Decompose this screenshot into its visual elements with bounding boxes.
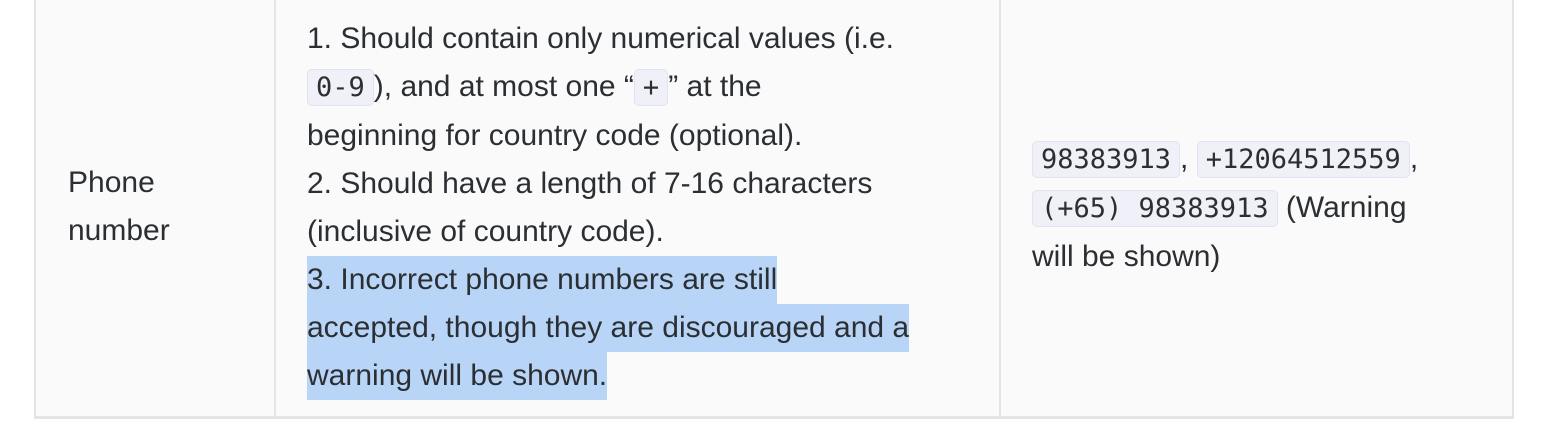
selected-rule-line[interactable]: 3. Incorrect phone numbers are still (307, 256, 977, 304)
selected-text[interactable]: warning will be shown. (307, 352, 608, 400)
rules-text: 1. Should contain only numerical values … (307, 15, 977, 400)
code-snippet: + (633, 69, 669, 106)
rules-cell: 1. Should contain only numerical values … (276, 0, 1001, 416)
field-cell: Phone number (36, 0, 276, 416)
example-text: 98383913, +12064512559, (+65) 98383913 (… (1032, 135, 1482, 281)
code-snippet: +12064512559 (1196, 141, 1410, 178)
selected-text[interactable]: accepted, though they are discouraged an… (307, 304, 910, 352)
table-row: Phone number 1. Should contain only nume… (34, 0, 1514, 419)
example-line: will be shown) (1032, 233, 1482, 281)
rule-text: ” at the (668, 70, 762, 103)
field-name-line: number (68, 214, 170, 247)
rule-line: (inclusive of country code). (307, 208, 977, 256)
selected-rule-line[interactable]: warning will be shown. (307, 352, 977, 400)
rule-line: 2. Should have a length of 7-16 characte… (307, 160, 977, 208)
code-snippet: 98383913 (1032, 141, 1181, 178)
separator: , (1180, 142, 1189, 175)
example-line: (+65) 98383913 (Warning (1032, 184, 1482, 233)
example-note: (Warning (1277, 191, 1407, 224)
field-name-line: Phone (68, 166, 155, 199)
rule-text: beginning for country code (optional). (307, 119, 803, 152)
data-table: Phone number 1. Should contain only nume… (0, 0, 1560, 422)
example-note: will be shown) (1032, 240, 1221, 273)
rule-line: 1. Should contain only numerical values … (307, 15, 977, 63)
field-name: Phone number (68, 159, 248, 255)
rule-text: (inclusive of country code). (307, 215, 664, 248)
rule-line: beginning for country code (optional). (307, 112, 977, 160)
rule-text: ), and at most one “ (373, 70, 634, 103)
rule-line: 0-9), and at most one “+” at the (307, 63, 977, 112)
code-snippet: (+65) 98383913 (1032, 190, 1278, 227)
rule-text: 1. Should contain only numerical values … (307, 22, 894, 55)
example-cell: 98383913, +12064512559, (+65) 98383913 (… (1001, 0, 1512, 416)
rule-text: 2. Should have a length of 7-16 characte… (307, 167, 873, 200)
example-line: 98383913, +12064512559, (1032, 135, 1482, 184)
selected-text[interactable]: 3. Incorrect phone numbers are still (307, 256, 778, 304)
separator: , (1409, 142, 1419, 175)
selected-rule-line[interactable]: accepted, though they are discouraged an… (307, 304, 977, 352)
code-snippet: 0-9 (307, 69, 374, 106)
